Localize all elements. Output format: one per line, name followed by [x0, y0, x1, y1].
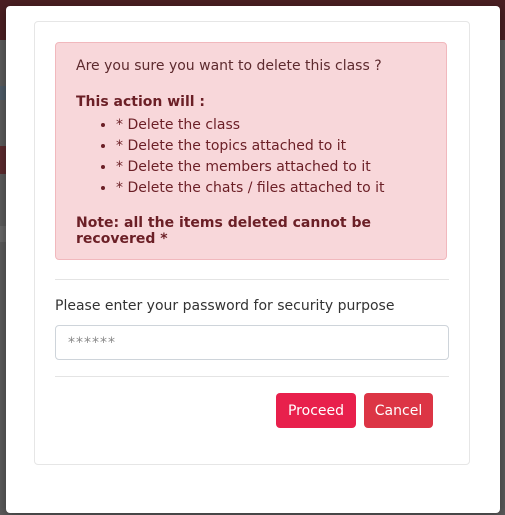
divider — [55, 279, 449, 280]
action-list: * Delete the class * Delete the topics a… — [96, 115, 384, 199]
action-item: * Delete the members attached to it — [116, 157, 384, 178]
action-item: * Delete the topics attached to it — [116, 136, 384, 157]
divider — [55, 376, 449, 377]
password-input[interactable] — [55, 325, 449, 360]
action-title: This action will : — [76, 94, 206, 110]
password-label: Please enter your password for security … — [55, 298, 395, 314]
proceed-button[interactable]: Proceed — [276, 393, 356, 428]
action-item: * Delete the class — [116, 115, 384, 136]
action-item: * Delete the chats / files attached to i… — [116, 178, 384, 199]
modal-card: Are you sure you want to delete this cla… — [34, 21, 470, 465]
cancel-button[interactable]: Cancel — [364, 393, 433, 428]
confirm-question: Are you sure you want to delete this cla… — [76, 58, 382, 74]
warning-alert: Are you sure you want to delete this cla… — [55, 42, 447, 260]
warning-note: Note: all the items deleted cannot be re… — [76, 215, 371, 247]
delete-class-modal: Are you sure you want to delete this cla… — [6, 6, 500, 513]
